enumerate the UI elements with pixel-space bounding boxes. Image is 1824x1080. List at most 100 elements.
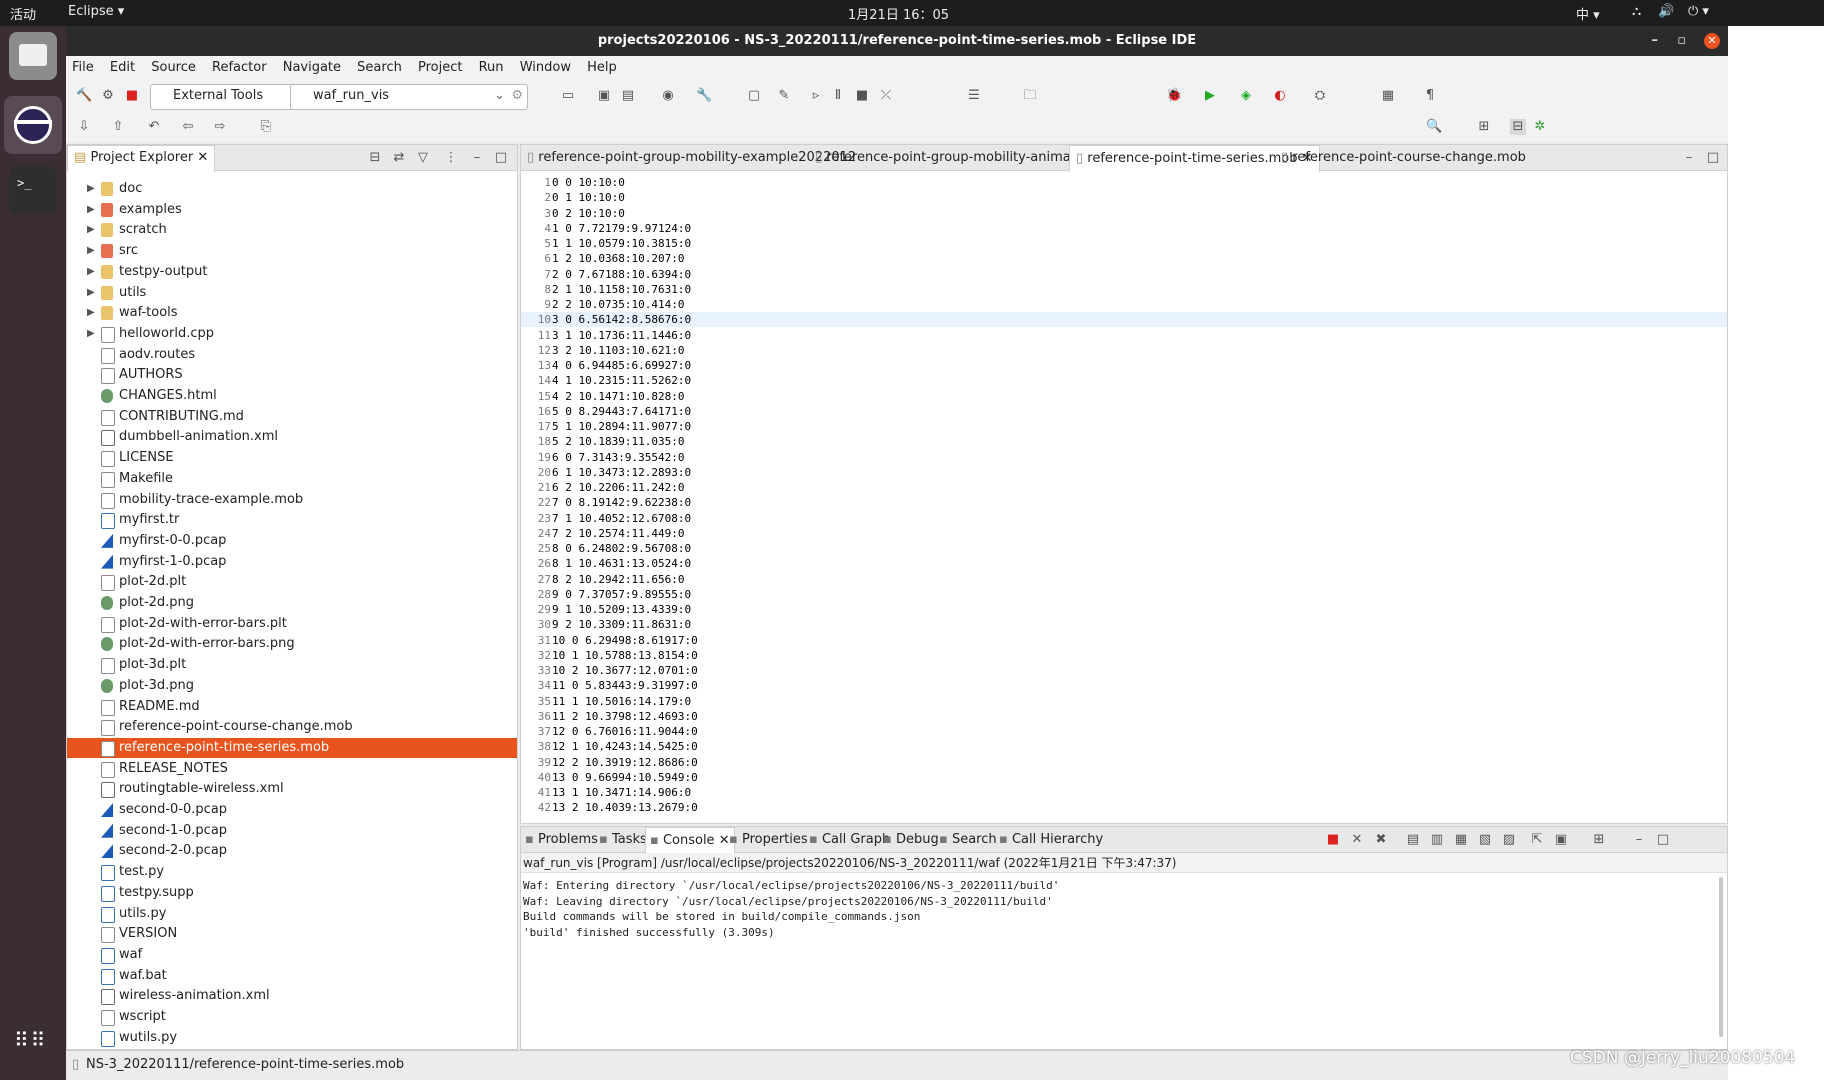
pin-console-icon[interactable]: ⇱: [1529, 832, 1545, 848]
debug-perspective-icon[interactable]: ✲: [1532, 119, 1548, 135]
filter-icon[interactable]: ▽: [415, 150, 431, 166]
collapse-all-icon[interactable]: ⊟: [367, 150, 383, 166]
code-line[interactable]: 10 3 0 6.56142:8.58676:0: [521, 312, 1727, 328]
terminate-icon[interactable]: ■: [1325, 832, 1341, 848]
open-perspective-icon[interactable]: ⛭: [1312, 88, 1328, 104]
tree-item[interactable]: second-1-0.pcap: [67, 821, 517, 841]
tree-item[interactable]: ▶ utils: [67, 283, 517, 303]
tree-item[interactable]: routingtable-wireless.xml: [67, 779, 517, 799]
code-line[interactable]: 13 4 0 6.94485:6.69927:0: [521, 358, 1727, 373]
activities-button[interactable]: 活动: [10, 4, 36, 23]
new-icon[interactable]: ▭: [560, 88, 576, 104]
console-output[interactable]: Waf: Entering directory `/usr/local/ecli…: [521, 874, 1727, 1049]
minimize-button[interactable]: –: [1652, 26, 1659, 56]
power-icon[interactable]: ⏻ ▾: [1688, 4, 1709, 19]
code-line[interactable]: 39 12 2 10.3919:12.8686:0: [521, 755, 1727, 770]
app-menu[interactable]: Eclipse ▾: [68, 4, 124, 19]
tree-item[interactable]: wireless-animation.xml: [67, 986, 517, 1006]
open-perspective-icon[interactable]: ⊞: [1476, 119, 1492, 135]
tree-item[interactable]: plot-2d-with-error-bars.png: [67, 634, 517, 654]
new-project-icon[interactable]: 🗀: [1022, 88, 1038, 104]
console-tab[interactable]: ▪ Console ✕: [645, 827, 735, 854]
code-line[interactable]: 41 13 1 10.3471:14.906:0: [521, 785, 1727, 800]
editor-tab[interactable]: ▯ reference-point-group-mobility-animate…: [809, 145, 1109, 171]
expand-arrow-icon[interactable]: ▶: [87, 262, 97, 282]
save-icon[interactable]: ▣: [596, 88, 612, 104]
editor-tab[interactable]: ▯ reference-point-course-change.mob: [1275, 145, 1532, 171]
tree-item[interactable]: RELEASE_NOTES: [67, 759, 517, 779]
open-console-icon[interactable]: ⊞: [1591, 832, 1607, 848]
code-line[interactable]: 10 0 10:10:0: [521, 175, 1727, 190]
tree-item[interactable]: ▶ testpy-output: [67, 262, 517, 282]
build-target-icon[interactable]: 🔧: [696, 88, 712, 104]
external-tools-combo[interactable]: External Tools ⌄: [150, 84, 310, 110]
menu-file[interactable]: File: [66, 56, 100, 75]
maximize-button[interactable]: ▫: [1677, 26, 1686, 56]
code-line[interactable]: 30 2 10:10:0: [521, 206, 1727, 221]
code-line[interactable]: 28 9 0 7.37057:9.89555:0: [521, 587, 1727, 602]
tree-item[interactable]: plot-2d-with-error-bars.plt: [67, 614, 517, 634]
tree-item[interactable]: mobility-trace-example.mob: [67, 490, 517, 510]
next-annotation-icon[interactable]: ⇩: [76, 119, 92, 135]
code-line[interactable]: 33 10 2 10.3677:12.0701:0: [521, 663, 1727, 678]
maximize-console-icon[interactable]: □: [1655, 832, 1671, 848]
console-tab[interactable]: ▪ Properties: [725, 827, 812, 853]
tree-item[interactable]: plot-3d.plt: [67, 655, 517, 675]
code-line[interactable]: 18 5 2 10.1839:11.035:0: [521, 434, 1727, 449]
coverage-icon[interactable]: ◈: [1238, 88, 1254, 104]
code-line[interactable]: 20 1 10:10:0: [521, 190, 1727, 205]
maximize-view-icon[interactable]: □: [493, 150, 509, 166]
console-icon[interactable]: ▢: [746, 88, 762, 104]
expand-arrow-icon[interactable]: ▶: [87, 179, 97, 199]
view-menu-icon[interactable]: ⋮: [443, 150, 459, 166]
tree-item[interactable]: LICENSE: [67, 448, 517, 468]
code-line[interactable]: 21 6 2 10.2206:11.242:0: [521, 480, 1727, 495]
gear-icon[interactable]: ⚙: [511, 85, 523, 107]
show-on-error-icon[interactable]: ▧: [1477, 832, 1493, 848]
tree-item[interactable]: CONTRIBUTING.md: [67, 407, 517, 427]
menu-search[interactable]: Search: [351, 56, 408, 75]
code-line[interactable]: 32 10 1 10.5788:13.8154:0: [521, 648, 1727, 663]
tree-item[interactable]: ▶ doc: [67, 179, 517, 199]
search-icon[interactable]: 🔍: [1426, 119, 1442, 135]
code-line[interactable]: 27 8 2 10.2942:11.656:0: [521, 572, 1727, 587]
tree-item[interactable]: myfirst-0-0.pcap: [67, 531, 517, 551]
code-line[interactable]: 61 2 10.0368:10.207:0: [521, 251, 1727, 266]
tree-item[interactable]: utils.py: [67, 904, 517, 924]
code-line[interactable]: 38 12 1 10.4243:14.5425:0: [521, 739, 1727, 754]
code-line[interactable]: 51 1 10.0579:10.3815:0: [521, 236, 1727, 251]
code-line[interactable]: 17 5 1 10.2894:11.9077:0: [521, 419, 1727, 434]
tree-item[interactable]: dumbbell-animation.xml: [67, 427, 517, 447]
code-line[interactable]: 34 11 0 5.83443:9.31997:0: [521, 678, 1727, 693]
code-line[interactable]: 41 0 7.72179:9.97124:0: [521, 221, 1727, 236]
expand-arrow-icon[interactable]: ▶: [87, 241, 97, 261]
show-on-output-icon[interactable]: ▦: [1453, 832, 1469, 848]
code-line[interactable]: 20 6 1 10.3473:12.2893:0: [521, 465, 1727, 480]
search-marker-icon[interactable]: ✎: [776, 88, 792, 104]
word-wrap-icon[interactable]: ▨: [1501, 832, 1517, 848]
code-line[interactable]: 29 9 1 10.5209:13.4339:0: [521, 602, 1727, 617]
code-line[interactable]: 92 2 10.0735:10.414:0: [521, 297, 1727, 312]
expand-arrow-icon[interactable]: ▶: [87, 283, 97, 303]
tree-item[interactable]: ▶ scratch: [67, 220, 517, 240]
tree-item[interactable]: CHANGES.html: [67, 386, 517, 406]
eclipse-app-icon[interactable]: [4, 96, 62, 154]
console-scrollbar[interactable]: [1719, 877, 1723, 1037]
tree-item[interactable]: waf: [67, 945, 517, 965]
code-line[interactable]: 42 13 2 10.4039:13.2679:0: [521, 800, 1727, 815]
tree-item[interactable]: ▶ waf-tools: [67, 303, 517, 323]
tree-item[interactable]: ▶ examples: [67, 200, 517, 220]
tree-item[interactable]: second-0-0.pcap: [67, 800, 517, 820]
tree-item[interactable]: ▶ src: [67, 241, 517, 261]
tree-item[interactable]: plot-2d.plt: [67, 572, 517, 592]
tree-item[interactable]: wutils.py: [67, 1028, 517, 1048]
tab-project-explorer[interactable]: ▤ Project Explorer ✕: [67, 145, 216, 172]
disconnect-icon[interactable]: ⤫: [878, 88, 894, 104]
window-titlebar[interactable]: projects20220106 - NS-3_20220111/referen…: [66, 26, 1728, 56]
network-icon[interactable]: ⛬: [1632, 4, 1641, 19]
code-line[interactable]: 12 3 2 10.1103:10.621:0: [521, 343, 1727, 358]
run-config-combo[interactable]: waf_run_vis ⌄ ⚙: [290, 84, 528, 110]
expand-arrow-icon[interactable]: ▶: [87, 200, 97, 220]
minimize-console-icon[interactable]: –: [1631, 832, 1647, 848]
console-tab[interactable]: ▪ Tasks: [595, 827, 651, 853]
